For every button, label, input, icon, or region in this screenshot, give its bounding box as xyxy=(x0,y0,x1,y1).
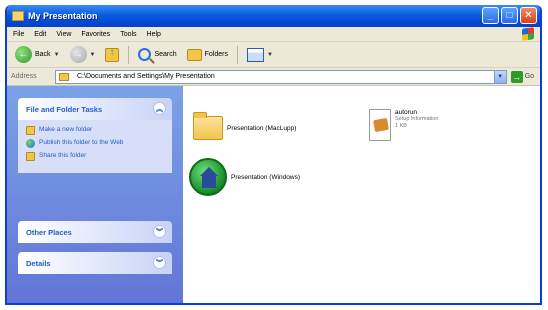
up-folder-icon xyxy=(105,47,120,62)
go-button[interactable]: → Go xyxy=(510,70,534,83)
search-button[interactable]: Search xyxy=(135,45,179,65)
explorer-window: My Presentation _ □ ✕ File Edit View Fav… xyxy=(5,5,542,305)
address-label: Address xyxy=(11,73,37,80)
back-dropdown-icon[interactable]: ▼ xyxy=(54,52,60,58)
folder-icon xyxy=(12,11,24,21)
details-panel: Details ︾ xyxy=(18,252,172,274)
task-publish-web[interactable]: Publish this folder to the Web xyxy=(26,139,164,148)
toolbar-separator xyxy=(237,45,238,64)
globe-icon xyxy=(26,139,35,148)
go-arrow-icon: → xyxy=(510,70,523,83)
menu-bar: File Edit View Favorites Tools Help xyxy=(7,27,540,42)
back-label: Back xyxy=(35,51,51,58)
file-item-autorun[interactable]: autorun Setup Information 1 KB xyxy=(369,109,438,141)
setup-file-icon xyxy=(369,109,391,141)
window-controls: _ □ ✕ xyxy=(482,7,537,24)
file-name: Presentation (MacLupp) xyxy=(227,124,297,132)
expand-chevron-icon[interactable]: ︾ xyxy=(153,225,166,238)
file-folder-tasks-body: Make a new folder Publish this folder to… xyxy=(18,120,172,173)
file-folder-tasks-panel: File and Folder Tasks ︽ Make a new folde… xyxy=(18,98,172,173)
up-button[interactable] xyxy=(102,45,122,65)
folders-icon xyxy=(186,48,202,61)
go-label: Go xyxy=(524,73,534,80)
views-button[interactable]: ▼ xyxy=(244,45,276,65)
address-input[interactable]: C:\Documents and Settings\My Presentatio… xyxy=(55,69,507,84)
file-list-view[interactable]: Presentation (MacLupp) Presentation (Win… xyxy=(183,86,540,303)
task-make-new-folder[interactable]: Make a new folder xyxy=(26,126,164,135)
folders-label: Folders xyxy=(204,51,228,58)
forward-button[interactable]: → ▼ xyxy=(67,45,99,65)
search-label: Search xyxy=(154,51,177,58)
share-folder-icon xyxy=(26,152,35,161)
task-label: Publish this folder to the Web xyxy=(39,139,124,146)
collapse-chevron-icon[interactable]: ︽ xyxy=(153,102,166,115)
expand-chevron-icon[interactable]: ︾ xyxy=(153,256,166,269)
panel-title: File and Folder Tasks xyxy=(26,104,103,114)
address-bar: Address C:\Documents and Settings\My Pre… xyxy=(7,68,540,86)
file-size: 1 KB xyxy=(395,123,407,129)
file-item-folder[interactable]: Presentation (MacLupp) xyxy=(193,112,297,140)
file-name: autorun xyxy=(395,109,418,116)
menu-file[interactable]: File xyxy=(13,31,24,38)
back-button[interactable]: ← Back ▼ xyxy=(12,45,63,65)
panel-title: Details xyxy=(26,258,51,268)
title-bar[interactable]: My Presentation _ □ ✕ xyxy=(7,5,540,27)
file-item-windows[interactable]: Presentation (Windows) xyxy=(189,158,300,196)
menu-view[interactable]: View xyxy=(56,31,71,38)
address-dropdown-icon[interactable]: ▼ xyxy=(493,70,506,83)
menu-favorites[interactable]: Favorites xyxy=(81,31,110,38)
new-folder-icon xyxy=(26,126,35,135)
standard-toolbar: ← Back ▼ → ▼ Search Folders ▼ xyxy=(7,42,540,68)
task-pane: File and Folder Tasks ︽ Make a new folde… xyxy=(7,86,183,303)
windows-logo-icon xyxy=(522,27,534,41)
address-path: C:\Documents and Settings\My Presentatio… xyxy=(77,73,215,80)
menu-edit[interactable]: Edit xyxy=(34,31,46,38)
file-type: Setup Information xyxy=(395,116,439,122)
file-name: Presentation (Windows) xyxy=(231,173,300,181)
other-places-panel: Other Places ︾ xyxy=(18,221,172,243)
forward-dropdown-icon[interactable]: ▼ xyxy=(90,52,96,58)
details-header[interactable]: Details ︾ xyxy=(18,252,172,274)
task-label: Share this folder xyxy=(39,152,87,159)
task-share-folder[interactable]: Share this folder xyxy=(26,152,164,161)
file-folder-tasks-header[interactable]: File and Folder Tasks ︽ xyxy=(18,98,172,120)
views-dropdown-icon[interactable]: ▼ xyxy=(267,52,273,58)
toolbar-separator xyxy=(128,45,130,64)
forward-arrow-icon: → xyxy=(69,46,87,63)
menu-help[interactable]: Help xyxy=(147,31,161,38)
close-button[interactable]: ✕ xyxy=(520,7,537,24)
address-folder-icon xyxy=(59,72,69,81)
panel-title: Other Places xyxy=(26,227,72,237)
house-app-icon xyxy=(189,158,227,196)
minimize-button[interactable]: _ xyxy=(482,7,499,24)
other-places-header[interactable]: Other Places ︾ xyxy=(18,221,172,243)
menu-tools[interactable]: Tools xyxy=(120,31,136,38)
file-text-block: autorun Setup Information 1 KB xyxy=(395,109,438,130)
back-arrow-icon: ← xyxy=(15,46,32,63)
search-icon xyxy=(138,48,152,61)
window-title: My Presentation xyxy=(28,11,98,21)
folders-button[interactable]: Folders xyxy=(184,45,231,65)
task-label: Make a new folder xyxy=(39,126,93,133)
folder-icon xyxy=(193,112,223,140)
maximize-button[interactable]: □ xyxy=(501,7,518,24)
views-icon xyxy=(247,47,264,62)
